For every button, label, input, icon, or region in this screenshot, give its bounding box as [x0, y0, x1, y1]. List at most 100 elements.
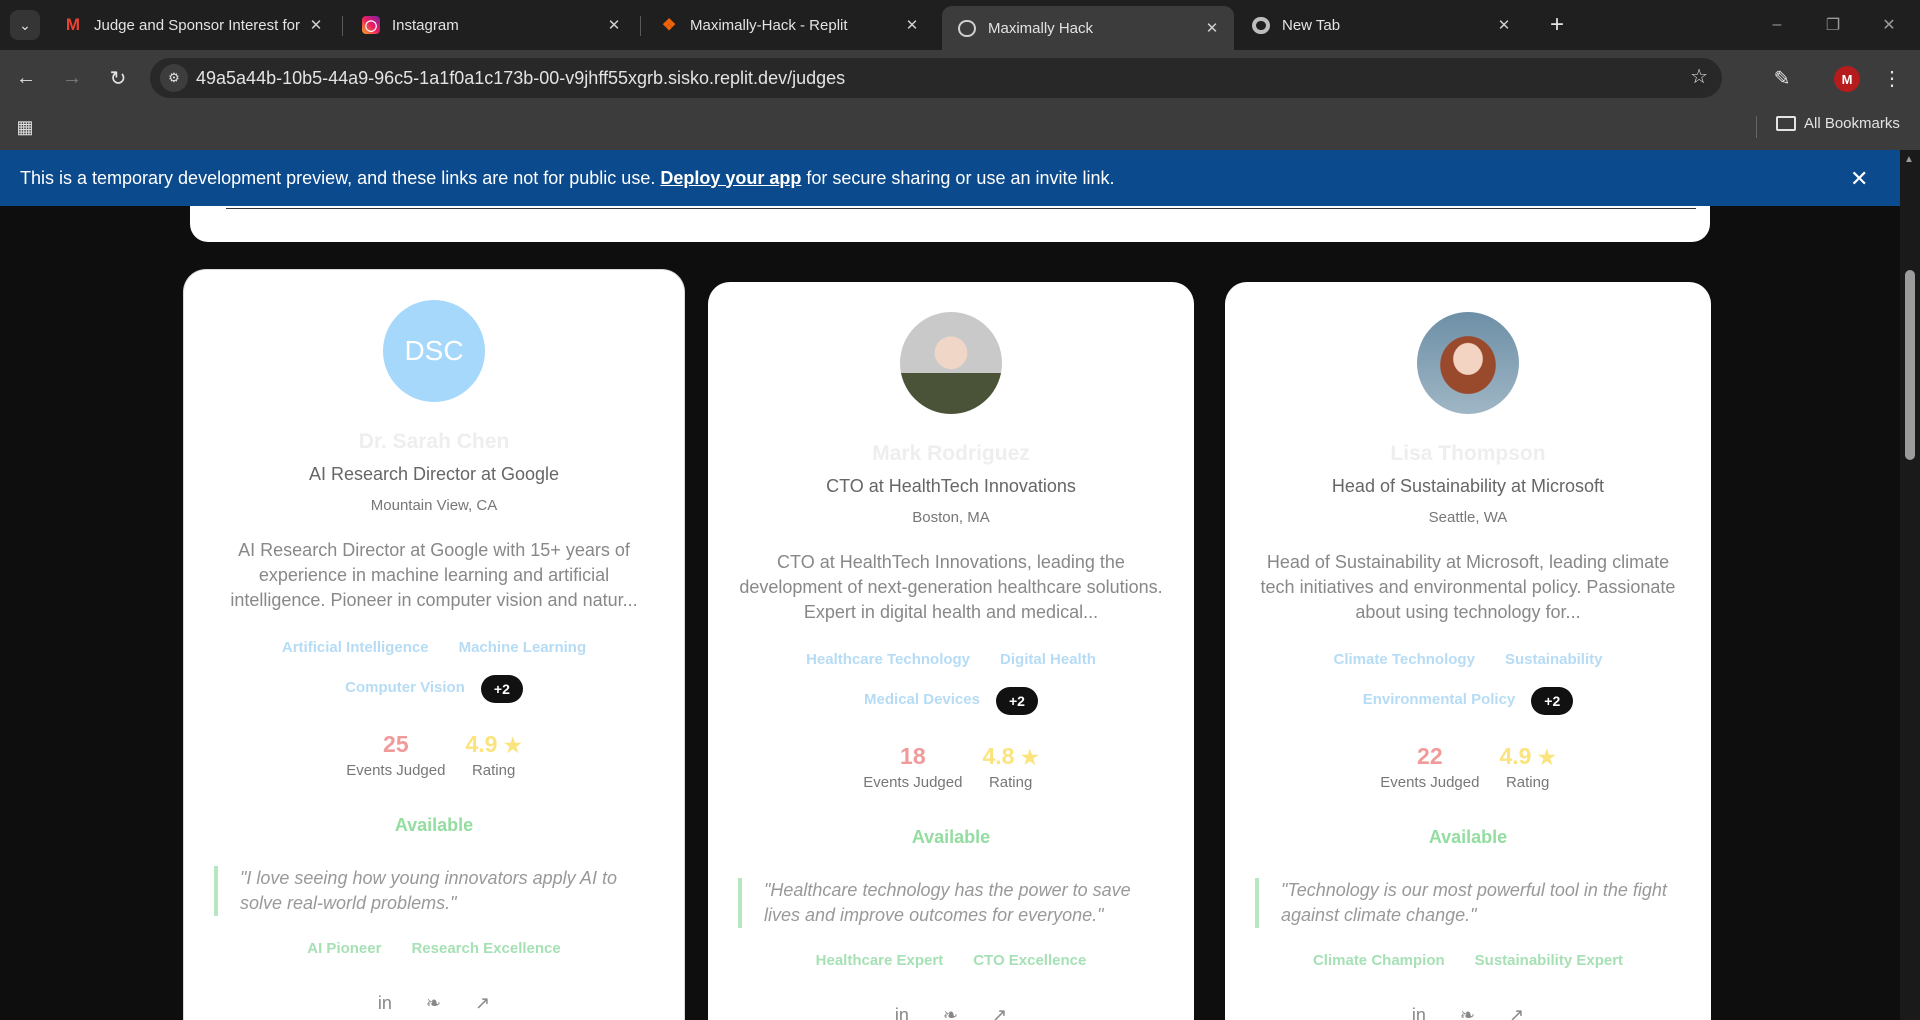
judge-stats: 22 Events Judged 4.9 ★ Rating	[1225, 743, 1711, 791]
star-icon: ★	[503, 735, 522, 757]
tab-title: Judge and Sponsor Interest for	[94, 16, 300, 34]
more-tags-badge[interactable]: +2	[1531, 687, 1574, 715]
rating-value: 4.8	[982, 743, 1015, 769]
expertise-tags: Artificial Intelligence Machine Learning…	[184, 635, 684, 703]
back-icon[interactable]: ←	[8, 60, 44, 96]
new-tab-icon[interactable]: +	[1542, 10, 1572, 40]
achievement-badge: Research Excellence	[411, 940, 561, 957]
filter-bar	[190, 206, 1710, 242]
tab-title: New Tab	[1282, 16, 1341, 34]
tab-maximally-hack[interactable]: Maximally Hack ✕	[942, 6, 1234, 50]
judge-quote: "Technology is our most powerful tool in…	[1255, 878, 1681, 928]
expertise-tag: Machine Learning	[458, 639, 587, 656]
scroll-thumb[interactable]	[1905, 270, 1915, 460]
rating-label: Rating	[988, 774, 1033, 791]
judge-quote: "Healthcare technology has the power to …	[738, 878, 1164, 928]
judge-card[interactable]: Lisa Thompson Head of Sustainability at …	[1225, 282, 1711, 1020]
rating-label: Rating	[1505, 774, 1550, 791]
replit-icon: ❖	[661, 17, 677, 34]
events-judged-count: 25	[383, 731, 409, 757]
tab-search-icon[interactable]: ⌄	[10, 10, 40, 40]
social-links: in ❧ ↗	[1225, 1005, 1711, 1020]
scroll-up-icon[interactable]: ▲	[1904, 154, 1914, 165]
tab-divider	[342, 16, 343, 36]
minimize-icon[interactable]: –	[1754, 10, 1800, 40]
all-bookmarks-button[interactable]: All Bookmarks	[1776, 115, 1900, 132]
tab-title: Maximally-Hack - Replit	[690, 16, 848, 34]
judge-role: Head of Sustainability at Microsoft	[1331, 476, 1605, 496]
instagram-icon: ◯	[362, 16, 380, 34]
linkedin-icon[interactable]: in	[378, 993, 392, 1014]
star-icon: ★	[1537, 747, 1556, 769]
close-icon[interactable]: ✕	[306, 15, 326, 35]
tab-instagram[interactable]: ◯ Instagram ✕	[346, 8, 636, 42]
events-judged-count: 22	[1417, 743, 1443, 769]
tab-new-tab[interactable]: New Tab ✕	[1236, 8, 1526, 42]
more-tags-badge[interactable]: +2	[995, 687, 1038, 715]
tab-title: Maximally Hack	[988, 19, 1094, 37]
deploy-app-link[interactable]: Deploy your app	[660, 168, 801, 189]
url-text[interactable]: 49a5a44b-10b5-44a9-96c5-1a1f0a1c173b-00-…	[196, 68, 845, 89]
bookmark-star-icon[interactable]: ☆	[1690, 64, 1708, 89]
folder-icon	[1776, 116, 1796, 131]
twitter-icon[interactable]: ❧	[1460, 1005, 1475, 1020]
expertise-tag: Sustainability	[1504, 651, 1603, 668]
linkedin-icon[interactable]: in	[1412, 1005, 1426, 1020]
judge-bio: CTO at HealthTech Innovations, leading t…	[739, 552, 1163, 622]
close-icon[interactable]: ✕	[604, 15, 624, 35]
address-bar[interactable]: ⚙ 49a5a44b-10b5-44a9-96c5-1a1f0a1c173b-0…	[150, 58, 1722, 98]
restore-icon[interactable]: ❐	[1810, 10, 1856, 40]
events-judged-label: Events Judged	[346, 762, 446, 779]
twitter-icon[interactable]: ❧	[426, 993, 441, 1014]
gmail-icon: M	[65, 15, 81, 34]
page-scrollbar[interactable]: ▲	[1900, 150, 1920, 1020]
close-icon[interactable]: ✕	[902, 15, 922, 35]
achievement-badge: AI Pioneer	[307, 940, 382, 957]
external-link-icon[interactable]: ↗	[475, 993, 490, 1014]
expertise-tag: Medical Devices	[864, 691, 980, 708]
twitter-icon[interactable]: ❧	[943, 1005, 958, 1020]
social-links: in ❧ ↗	[708, 1005, 1194, 1020]
profile-avatar[interactable]: M	[1834, 66, 1860, 92]
external-link-icon[interactable]: ↗	[1509, 1005, 1524, 1020]
close-icon[interactable]: ✕	[1202, 18, 1222, 38]
avatar	[1417, 312, 1519, 414]
avatar: DSC	[383, 300, 485, 402]
bookmarks-bar: ▦ All Bookmarks	[0, 106, 1920, 150]
tab-replit[interactable]: ❖ Maximally-Hack - Replit ✕	[644, 8, 934, 42]
bookmarks-divider	[1756, 116, 1757, 138]
banner-text-end: for secure sharing or use an invite link…	[806, 167, 1115, 188]
availability-status: Available	[394, 815, 474, 835]
judge-card[interactable]: Mark Rodriguez CTO at HealthTech Innovat…	[708, 282, 1194, 1020]
close-icon[interactable]: ✕	[1850, 166, 1868, 192]
forward-icon[interactable]: →	[54, 60, 90, 96]
expertise-tag: Climate Technology	[1333, 651, 1475, 668]
achievement-badge: CTO Excellence	[973, 952, 1087, 969]
external-link-icon[interactable]: ↗	[992, 1005, 1007, 1020]
reload-icon[interactable]: ↻	[100, 60, 136, 96]
judge-name: Dr. Sarah Chen	[358, 430, 510, 453]
judge-bio: AI Research Director at Google with 15+ …	[230, 540, 638, 610]
events-judged-count: 18	[900, 743, 926, 769]
expertise-tag: Computer Vision	[345, 679, 465, 696]
availability-status: Available	[1428, 827, 1508, 847]
globe-icon	[958, 19, 976, 37]
linkedin-icon[interactable]: in	[895, 1005, 909, 1020]
rating-value: 4.9	[465, 731, 498, 757]
extensions-icon[interactable]: ✎	[1764, 60, 1800, 96]
menu-kebab-icon[interactable]: ⋮	[1874, 60, 1910, 96]
apps-grid-icon[interactable]: ▦	[14, 116, 36, 138]
judge-role: AI Research Director at Google	[308, 464, 560, 484]
window-close-icon[interactable]: ✕	[1866, 10, 1912, 40]
expertise-tag: Artificial Intelligence	[281, 639, 429, 656]
close-icon[interactable]: ✕	[1494, 15, 1514, 35]
more-tags-badge[interactable]: +2	[480, 675, 523, 703]
site-info-icon[interactable]: ⚙	[160, 64, 188, 92]
judge-card[interactable]: DSC Dr. Sarah Chen AI Research Director …	[184, 270, 684, 1020]
tab-divider	[640, 16, 641, 36]
judge-stats: 25 Events Judged 4.9 ★ Rating	[184, 731, 684, 779]
judge-name: Mark Rodriguez	[872, 442, 1030, 465]
all-bookmarks-label: All Bookmarks	[1804, 115, 1900, 132]
tab-gmail[interactable]: M Judge and Sponsor Interest for ✕	[48, 8, 338, 42]
browser-toolbar: ← → ↻ ⚙ 49a5a44b-10b5-44a9-96c5-1a1f0a1c…	[0, 50, 1920, 106]
